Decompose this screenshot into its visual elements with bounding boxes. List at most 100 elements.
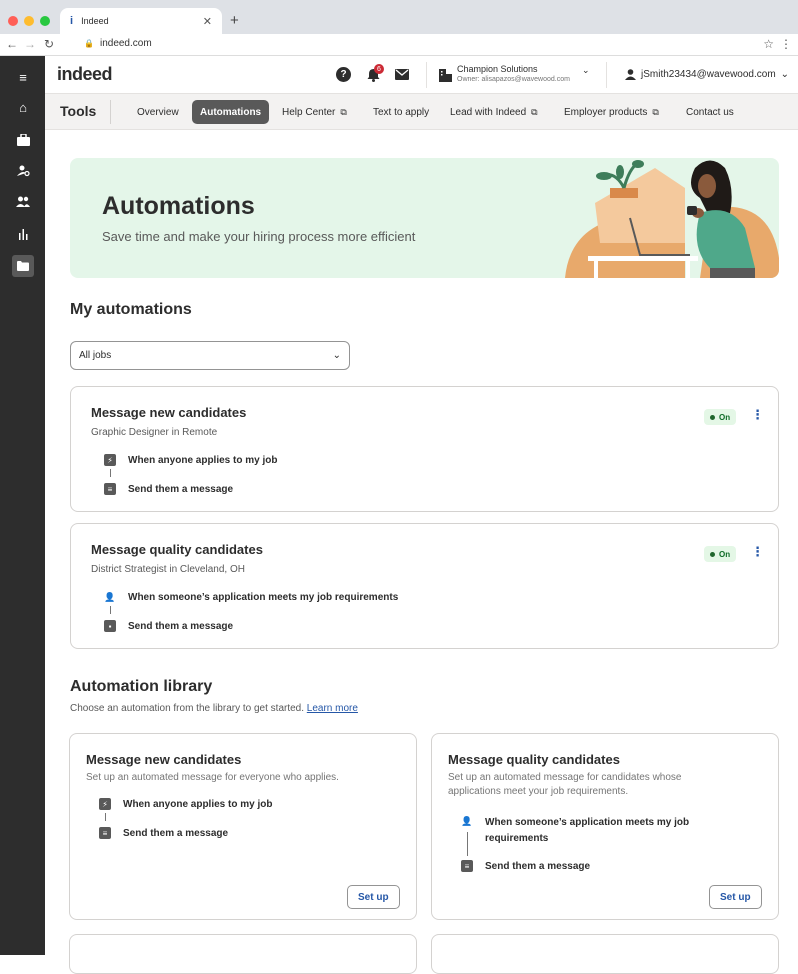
back-icon[interactable]: ← [6, 37, 18, 51]
trigger-label: When someone’s application meets my job … [485, 817, 690, 844]
set-up-button[interactable]: Set up [347, 885, 400, 909]
close-window-button[interactable] [8, 16, 18, 26]
tab-overview[interactable]: Overview [129, 100, 187, 124]
left-sidebar: ≡ ⌂ [0, 56, 45, 955]
automation-card[interactable]: Message new candidates Graphic Designer … [70, 386, 779, 512]
external-link-icon: ⧉ [340, 106, 347, 117]
notification-count-badge: 6 [374, 64, 384, 74]
tab-employer-products-label: Employer products [564, 106, 648, 118]
company-switcher[interactable]: Champion Solutions Owner: alisapazos@wav… [457, 64, 570, 83]
browser-menu-icon[interactable]: ⋮ [780, 37, 792, 51]
home-icon[interactable]: ⌂ [12, 96, 34, 118]
tools-folder-icon[interactable] [12, 255, 34, 277]
menu-icon[interactable]: ≡ [12, 66, 34, 88]
tab-help-center-label: Help Center [282, 106, 336, 118]
analytics-icon[interactable] [12, 223, 34, 245]
reload-icon[interactable]: ↻ [44, 37, 54, 51]
message-icon: ≡ [104, 483, 116, 495]
address-bar: ← → ↻ 🔒 indeed.com ☆ ⋮ [0, 34, 798, 56]
indeed-logo[interactable]: indeed [57, 64, 113, 85]
step-connector [105, 813, 106, 821]
message-icon: ≡ [461, 860, 473, 872]
top-header: indeed ? 6 Champion Solutions Owner: ali… [45, 56, 798, 94]
browser-tab[interactable]: i Indeed ✕ [60, 8, 222, 34]
my-automations-heading: My automations [70, 301, 192, 318]
url-text: indeed.com [99, 38, 152, 49]
tab-contact-us[interactable]: Contact us [678, 100, 742, 124]
action-label: Send them a message [128, 483, 234, 495]
bookmark-star-icon[interactable]: ☆ [763, 37, 774, 51]
library-subtitle-text: Choose an automation from the library to… [70, 703, 305, 714]
user-avatar-icon [625, 69, 636, 80]
status-dot-icon [710, 414, 715, 420]
tab-help-center[interactable]: Help Center ⧉ [274, 100, 355, 124]
trigger-step: ⚡ When anyone applies to my job [104, 454, 277, 466]
hero-banner: Automations Save time and make your hiri… [70, 158, 779, 278]
person-check-icon: 👤 [461, 815, 473, 826]
message-icon: ≡ [99, 827, 111, 839]
minimize-window-button[interactable] [24, 16, 34, 26]
set-up-button[interactable]: Set up [709, 885, 762, 909]
trigger-label: When anyone applies to my job [123, 798, 273, 810]
automation-title: Message new candidates [91, 405, 247, 420]
tab-text-to-apply[interactable]: Text to apply [365, 100, 437, 124]
tab-overview-label: Overview [137, 106, 179, 118]
new-tab-icon[interactable]: + [230, 12, 239, 29]
library-card-title: Message new candidates [86, 752, 242, 767]
trigger-step: ⚡ When anyone applies to my job [99, 798, 272, 810]
apply-document-icon: ⚡ [104, 454, 116, 466]
action-step: ▪ Send them a message [104, 620, 233, 632]
help-icon[interactable]: ? [336, 67, 351, 82]
tab-automations[interactable]: Automations [192, 100, 270, 124]
status-label: On [719, 549, 731, 559]
step-connector [110, 606, 111, 614]
automation-job: Graphic Designer in Remote [91, 427, 218, 438]
user-chevron-down-icon: ⌄ [780, 69, 790, 80]
url-field[interactable]: 🔒 indeed.com [84, 38, 152, 49]
trigger-step: 👤 When someone’s application meets my jo… [104, 591, 398, 603]
action-label: Send them a message [123, 827, 229, 839]
library-card-desc: Set up an automated message for everyone… [86, 772, 339, 783]
company-name: Champion Solutions [457, 64, 538, 74]
step-connector [467, 832, 468, 856]
maximize-window-button[interactable] [40, 16, 50, 26]
action-label: Send them a message [485, 860, 591, 872]
library-card-desc: Set up an automated message for candidat… [448, 772, 682, 797]
find-candidates-icon[interactable] [12, 160, 34, 182]
header-divider [606, 62, 607, 88]
tools-divider [110, 100, 111, 124]
apply-document-icon: ⚡ [99, 798, 111, 810]
messages-envelope-icon[interactable] [394, 67, 409, 82]
close-tab-icon[interactable]: ✕ [203, 15, 212, 28]
library-card[interactable]: Message quality candidates Set up an aut… [431, 733, 779, 920]
status-badge: On [704, 546, 737, 562]
learn-more-link[interactable]: Learn more [307, 703, 358, 714]
more-options-icon[interactable]: ⋮ [751, 544, 764, 560]
person-check-icon: 👤 [104, 591, 116, 602]
action-label: Send them a message [128, 620, 234, 632]
more-options-icon[interactable]: ⋮ [751, 407, 764, 423]
window-controls [8, 16, 50, 26]
indeed-favicon-icon: i [70, 15, 74, 27]
tools-title: Tools [60, 103, 97, 119]
tab-lead-with-indeed[interactable]: Lead with Indeed ⧉ [442, 100, 546, 124]
candidates-icon[interactable] [12, 190, 34, 212]
status-dot-icon [710, 551, 715, 557]
company-chevron-down-icon[interactable]: ⌄ [582, 65, 590, 76]
trigger-step: 👤 When someone’s application meets my jo… [461, 815, 715, 847]
library-subtitle: Choose an automation from the library to… [70, 703, 358, 714]
tab-lead-with-indeed-label: Lead with Indeed [450, 106, 527, 118]
action-step: ≡ Send them a message [461, 860, 590, 872]
external-link-icon: ⧉ [652, 106, 659, 117]
job-filter-select[interactable]: All jobs ⌄ [70, 341, 350, 370]
tab-contact-us-label: Contact us [686, 106, 734, 118]
chevron-down-icon: ⌄ [332, 350, 341, 361]
automation-card[interactable]: Message quality candidates District Stra… [70, 523, 779, 649]
forward-icon[interactable]: → [24, 37, 36, 51]
library-card[interactable] [69, 934, 417, 974]
jobs-briefcase-icon[interactable] [12, 129, 34, 151]
library-card[interactable] [431, 934, 779, 974]
tab-employer-products[interactable]: Employer products ⧉ [556, 100, 667, 124]
user-account-menu[interactable]: jSmith23434@wavewood.com ⌄ [625, 69, 789, 80]
library-card[interactable]: Message new candidates Set up an automat… [69, 733, 417, 920]
